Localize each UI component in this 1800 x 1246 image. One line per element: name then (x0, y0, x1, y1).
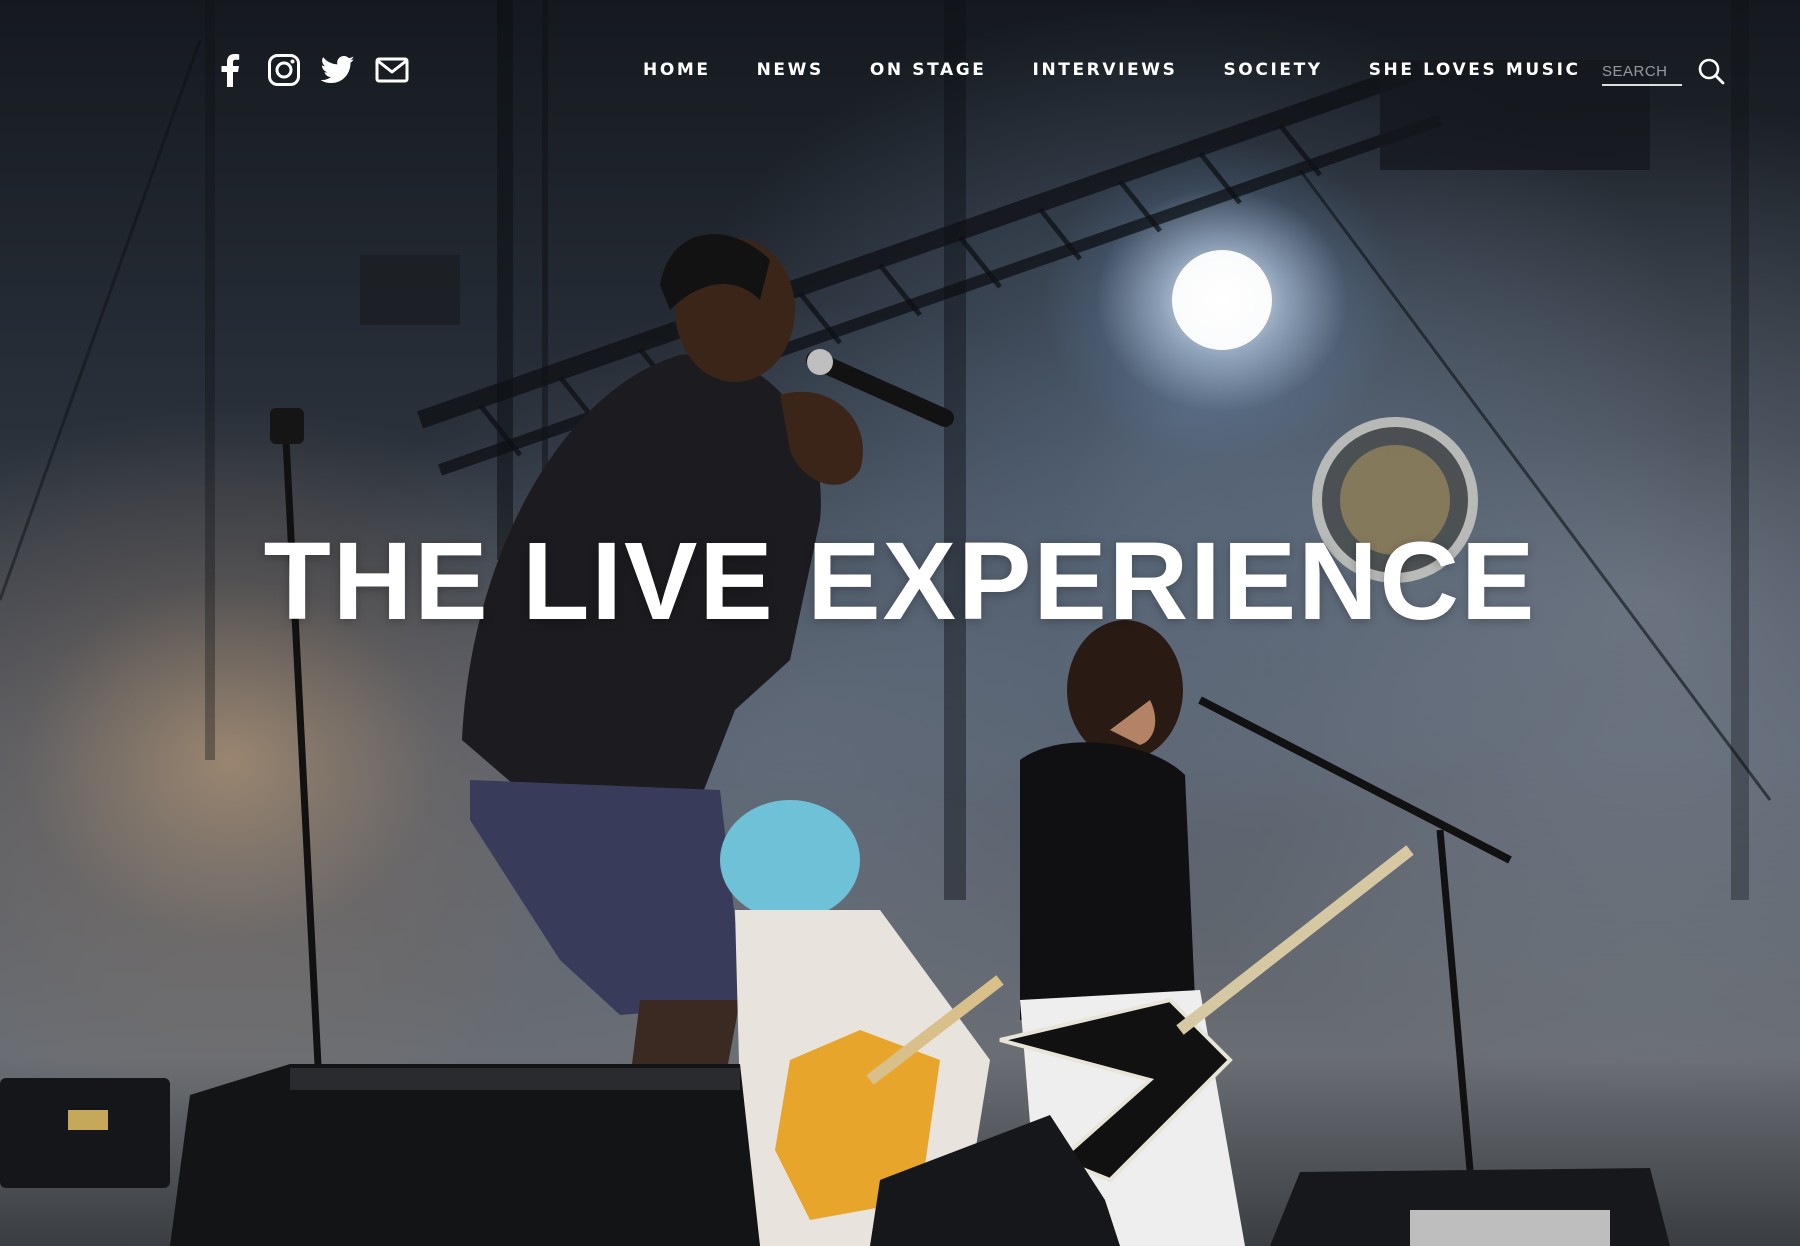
mic-stand-left (281, 419, 322, 1066)
bright-stage-light (1172, 250, 1272, 350)
nav-on-stage[interactable]: ON STAGE (870, 60, 987, 80)
amplifier (0, 1078, 170, 1188)
guitarist (999, 620, 1512, 1246)
hero-title: THE LIVE EXPERIENCE (263, 520, 1537, 643)
search-form (1602, 56, 1726, 86)
social-links (213, 53, 409, 87)
search-input[interactable] (1602, 58, 1682, 86)
facebook-icon[interactable] (213, 53, 247, 87)
twitter-icon[interactable] (321, 53, 355, 87)
search-icon[interactable] (1696, 56, 1726, 86)
nav-society[interactable]: SOCIETY (1223, 60, 1322, 80)
mail-icon[interactable] (375, 53, 409, 87)
nav-news[interactable]: NEWS (757, 60, 824, 80)
site-header: HOME NEWS ON STAGE INTERVIEWS SOCIETY SH… (0, 0, 1800, 150)
instagram-icon[interactable] (267, 53, 301, 87)
nav-interviews[interactable]: INTERVIEWS (1033, 60, 1178, 80)
stage-monitor-left (170, 1064, 760, 1246)
nav-home[interactable]: HOME (643, 60, 711, 80)
nav-she-loves-music[interactable]: SHE LOVES MUSIC (1369, 60, 1581, 80)
main-nav: HOME NEWS ON STAGE INTERVIEWS SOCIETY SH… (643, 60, 1581, 80)
